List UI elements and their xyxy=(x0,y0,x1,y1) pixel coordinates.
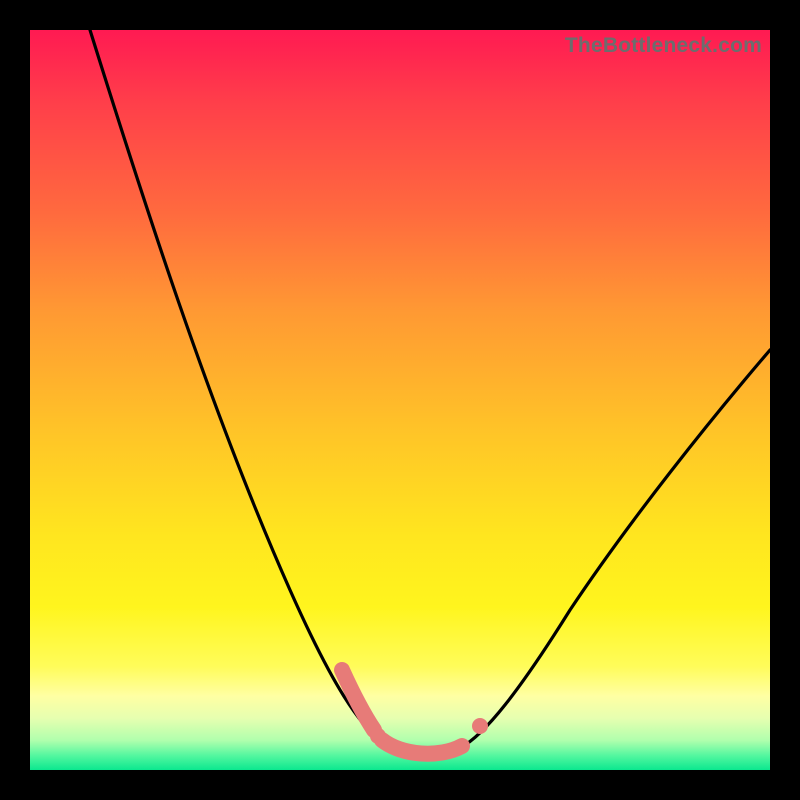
bottleneck-curve xyxy=(30,30,770,770)
chart-frame: TheBottleneck.com xyxy=(0,0,800,800)
curve-path xyxy=(90,30,770,757)
plot-area: TheBottleneck.com xyxy=(30,30,770,770)
highlight-dot-right xyxy=(472,718,488,734)
highlight-bottom xyxy=(382,740,462,754)
highlight-dot-left xyxy=(370,728,386,744)
